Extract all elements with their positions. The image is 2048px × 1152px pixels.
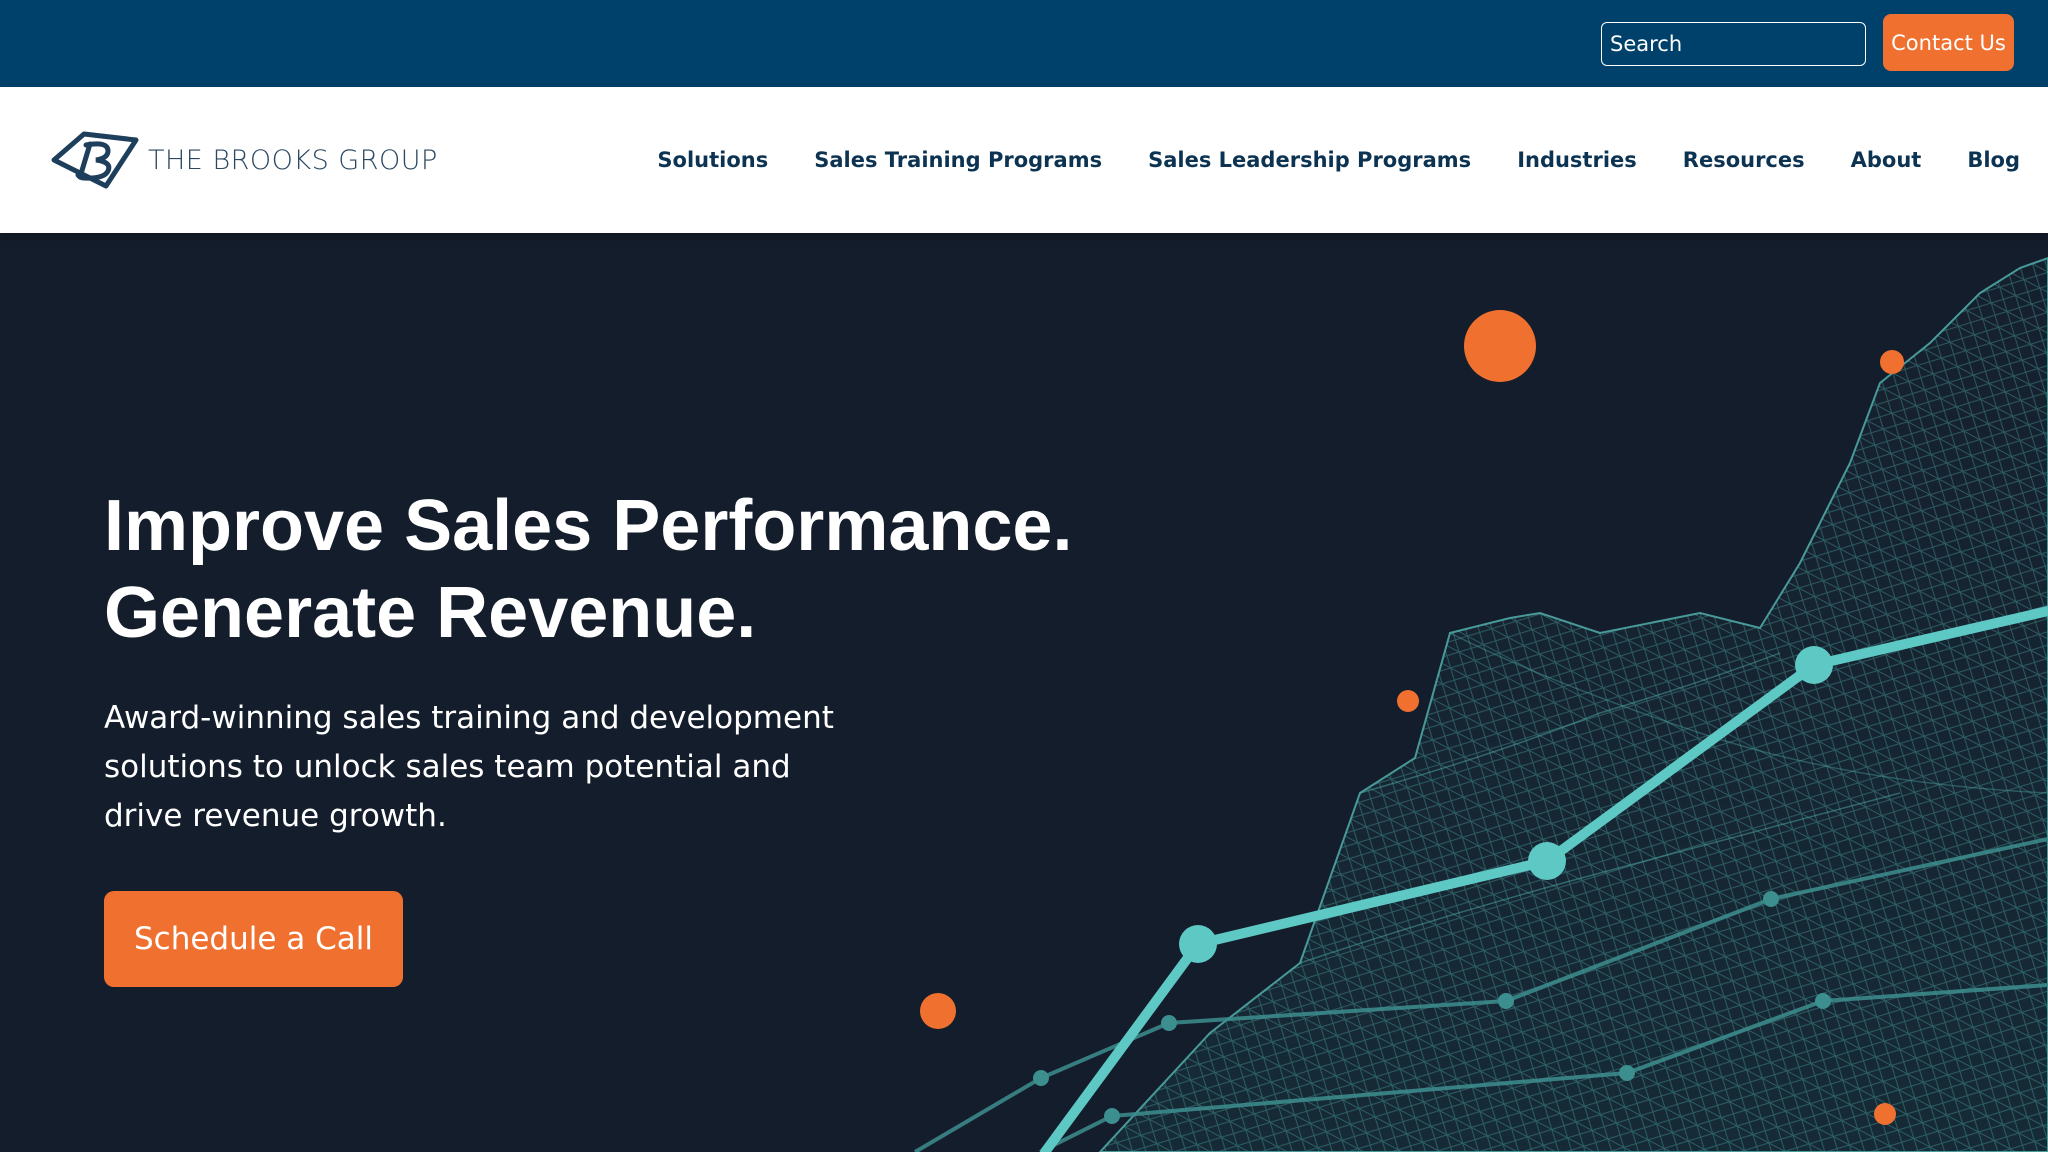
logo-link[interactable]: THE BROOKS GROUP bbox=[50, 129, 450, 191]
nav-item-sales-training-programs[interactable]: Sales Training Programs bbox=[814, 148, 1102, 172]
nav-item-solutions[interactable]: Solutions bbox=[657, 148, 768, 172]
main-header: THE BROOKS GROUP Solutions Sales Trainin… bbox=[0, 87, 2048, 233]
utility-bar: Contact Us bbox=[0, 0, 2048, 87]
hero-title-line-1: Improve Sales Performance. bbox=[104, 486, 1073, 566]
main-nav: Solutions Sales Training Programs Sales … bbox=[657, 87, 2020, 233]
hero-subtitle: Award-winning sales training and develop… bbox=[104, 700, 834, 834]
brooks-b-logo-icon bbox=[51, 131, 139, 189]
hero-section: Improve Sales Performance. Generate Reve… bbox=[0, 233, 2048, 1152]
nav-item-blog[interactable]: Blog bbox=[1967, 148, 2020, 172]
nav-item-about[interactable]: About bbox=[1851, 148, 1922, 172]
hero-title: Improve Sales Performance. Generate Reve… bbox=[104, 483, 1104, 657]
search-input[interactable] bbox=[1601, 22, 1866, 66]
schedule-a-call-button[interactable]: Schedule a Call bbox=[104, 891, 403, 987]
contact-us-button[interactable]: Contact Us bbox=[1883, 14, 2014, 71]
hero-title-line-2: Generate Revenue. bbox=[104, 573, 757, 653]
nav-item-sales-leadership-programs[interactable]: Sales Leadership Programs bbox=[1148, 148, 1471, 172]
nav-item-resources[interactable]: Resources bbox=[1683, 148, 1805, 172]
hero-growth-illustration bbox=[913, 256, 2048, 1152]
nav-item-industries[interactable]: Industries bbox=[1517, 148, 1637, 172]
logo-text: THE BROOKS GROUP bbox=[148, 144, 438, 176]
